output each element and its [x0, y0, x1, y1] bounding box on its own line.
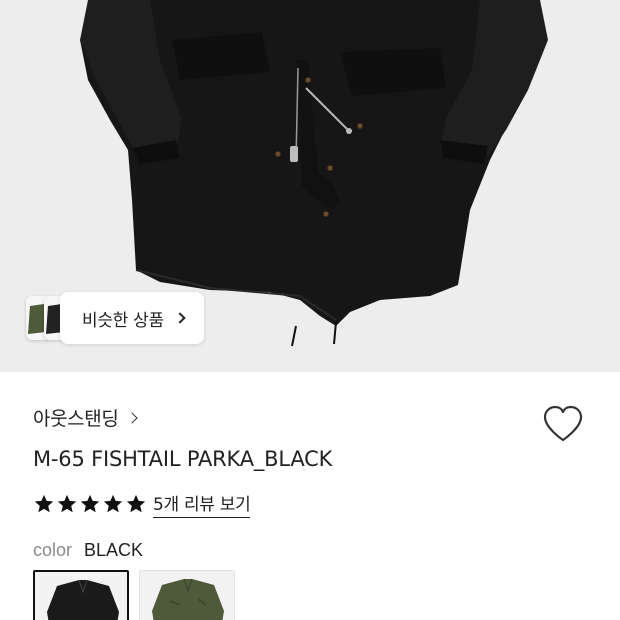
chevron-right-icon	[126, 411, 139, 424]
similar-products-label: 비슷한 상품	[82, 310, 164, 331]
star-filled-icon	[34, 494, 54, 513]
swatch-olive[interactable]	[139, 570, 235, 620]
star-filled-icon	[103, 494, 123, 513]
similar-products[interactable]: 비슷한 상품	[26, 292, 204, 344]
brand-link[interactable]: 아웃스탠딩	[33, 404, 139, 431]
review-link[interactable]: 5개 리뷰 보기	[153, 490, 251, 518]
star-filled-icon	[80, 494, 100, 513]
chevron-right-icon	[174, 312, 186, 324]
heart-outline-icon[interactable]	[541, 404, 585, 444]
product-image[interactable]: 비슷한 상품	[0, 0, 620, 372]
star-rating	[33, 493, 147, 515]
swatch-black[interactable]	[33, 570, 129, 620]
brand-name: 아웃스탠딩	[33, 408, 119, 430]
similar-products-button[interactable]: 비슷한 상품	[60, 292, 204, 344]
color-label: color	[33, 540, 73, 560]
color-row: color BLACK	[33, 540, 143, 561]
star-filled-icon	[57, 494, 77, 513]
product-title: M-65 FISHTAIL PARKA_BLACK	[33, 447, 333, 471]
rating-row: 5개 리뷰 보기	[33, 490, 251, 518]
color-value: BLACK	[84, 540, 144, 560]
color-swatches	[33, 570, 235, 620]
star-filled-icon	[126, 494, 146, 513]
